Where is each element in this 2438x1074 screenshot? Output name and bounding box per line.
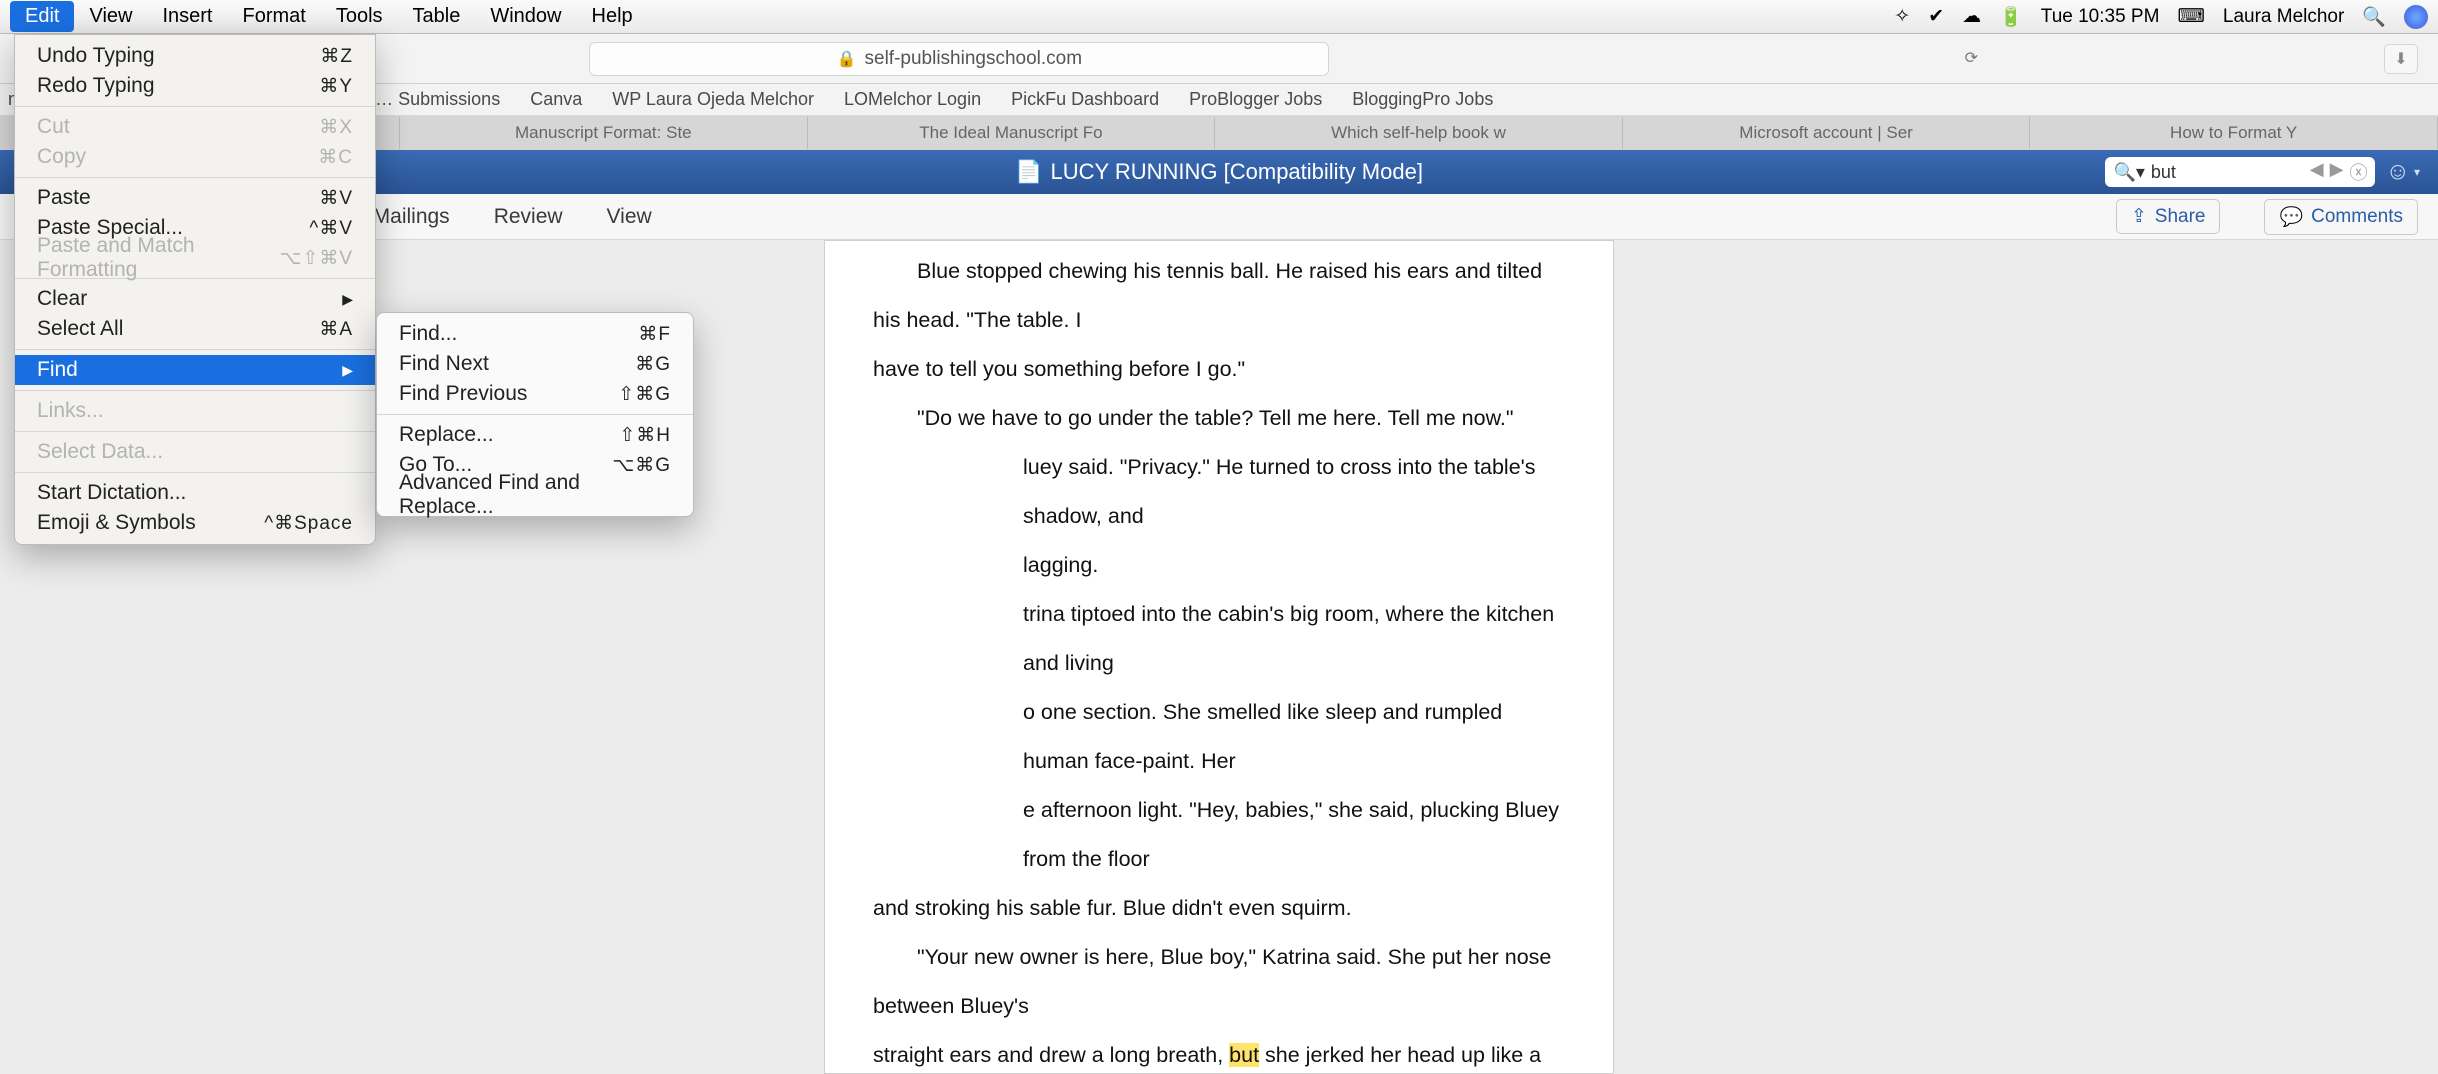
- fav-item[interactable]: WP Laura Ojeda Melchor: [612, 89, 814, 110]
- siri-icon[interactable]: [2404, 5, 2428, 29]
- menu-item[interactable]: Find...⌘F: [377, 319, 693, 349]
- body-text: "Do we have to go under the table? Tell …: [873, 394, 1565, 443]
- safari-tab[interactable]: Which self-help book w: [1215, 117, 1623, 149]
- spotlight-icon[interactable]: 🔍: [2362, 5, 2386, 29]
- menu-help[interactable]: Help: [577, 1, 648, 32]
- word-search-field[interactable]: 🔍▾ but ◀ ▶ ⓧ: [2105, 157, 2375, 187]
- status-cloud-icon[interactable]: ☁︎: [1962, 5, 1981, 28]
- status-icon[interactable]: ✧: [1894, 5, 1910, 28]
- menu-edit[interactable]: Edit: [10, 1, 74, 32]
- body-text: lagging.: [873, 541, 1565, 590]
- fav-item[interactable]: ProBlogger Jobs: [1189, 89, 1322, 110]
- downloads-button[interactable]: ⬇︎: [2384, 44, 2418, 74]
- mac-menubar: Edit View Insert Format Tools Table Wind…: [0, 0, 2438, 34]
- emoji-button[interactable]: ☺ ▾: [2385, 158, 2420, 186]
- menu-item[interactable]: Replace...⇧⌘H: [377, 420, 693, 450]
- document-page[interactable]: Blue stopped chewing his tennis ball. He…: [824, 240, 1614, 1074]
- comments-button[interactable]: 💬Comments: [2264, 199, 2418, 235]
- menu-item[interactable]: Redo Typing⌘Y: [15, 71, 375, 101]
- menu-item[interactable]: Find Next⌘G: [377, 349, 693, 379]
- battery-icon[interactable]: 🔋: [1999, 5, 2023, 29]
- safari-tab[interactable]: How to Format Y: [2030, 117, 2438, 149]
- body-text: have to tell you something before I go.": [873, 345, 1565, 394]
- fav-item[interactable]: LOMelchor Login: [844, 89, 981, 110]
- search-clear-icon[interactable]: ⓧ: [2349, 159, 2367, 185]
- menu-item[interactable]: Find▶: [15, 355, 375, 385]
- doc-title: LUCY RUNNING [Compatibility Mode]: [1050, 159, 1422, 185]
- menu-item[interactable]: Start Dictation...: [15, 478, 375, 508]
- menu-item[interactable]: Select All⌘A: [15, 314, 375, 344]
- menu-item[interactable]: Advanced Find and Replace...: [377, 480, 693, 510]
- menu-item[interactable]: Clear▶: [15, 284, 375, 314]
- body-text: Blue stopped chewing his tennis ball. He…: [873, 247, 1565, 345]
- menu-format[interactable]: Format: [228, 1, 321, 32]
- menu-item: Links...: [15, 396, 375, 426]
- body-text: trina tiptoed into the cabin's big room,…: [873, 590, 1565, 688]
- fav-item[interactable]: BloggingPro Jobs: [1352, 89, 1493, 110]
- ribbon-tab-review[interactable]: Review: [494, 205, 563, 229]
- url-field[interactable]: 🔒 self-publishingschool.com: [589, 42, 1329, 76]
- fav-item[interactable]: PickFu Dashboard: [1011, 89, 1159, 110]
- ribbon-tab-mailings[interactable]: Mailings: [373, 205, 450, 229]
- comment-icon: 💬: [2279, 205, 2303, 229]
- doc-icon: 📄: [1015, 159, 1042, 185]
- menu-item: Cut⌘X: [15, 112, 375, 142]
- keyboard-icon[interactable]: ⌨︎: [2177, 5, 2204, 28]
- menu-item[interactable]: Undo Typing⌘Z: [15, 41, 375, 71]
- menu-item: Copy⌘C: [15, 142, 375, 172]
- menu-item[interactable]: Paste⌘V: [15, 183, 375, 213]
- body-text: o one section. She smelled like sleep an…: [873, 688, 1565, 786]
- find-submenu: Find...⌘FFind Next⌘GFind Previous⇧⌘G Repl…: [376, 312, 694, 517]
- search-value: but: [2151, 162, 2176, 183]
- menu-table[interactable]: Table: [398, 1, 476, 32]
- safari-tab[interactable]: Microsoft account | Ser: [1623, 117, 2031, 149]
- search-icon: 🔍▾: [2113, 162, 2144, 183]
- safari-tab[interactable]: Manuscript Format: Ste: [400, 117, 808, 149]
- search-prev-icon[interactable]: ◀: [2310, 159, 2324, 185]
- clock[interactable]: Tue 10:35 PM: [2041, 6, 2160, 28]
- share-icon: ⇪: [2131, 205, 2147, 228]
- share-button[interactable]: ⇪Share: [2116, 199, 2221, 234]
- menu-view[interactable]: View: [74, 1, 147, 32]
- body-text: and stroking his sable fur. Blue didn't …: [873, 884, 1565, 933]
- body-text: e afternoon light. "Hey, babies," she sa…: [873, 786, 1565, 884]
- search-highlight: but: [1229, 1043, 1259, 1067]
- url-text: self-publishingschool.com: [865, 48, 1083, 70]
- body-text: "Your new owner is here, Blue boy," Katr…: [873, 933, 1565, 1031]
- menu-item[interactable]: Emoji & Symbols^⌘Space: [15, 508, 375, 538]
- menu-item[interactable]: Find Previous⇧⌘G: [377, 379, 693, 409]
- menu-item: Select Data...: [15, 437, 375, 467]
- status-check-icon[interactable]: ✔︎: [1928, 5, 1944, 28]
- body-text: straight ears and drew a long breath, bu…: [873, 1031, 1565, 1074]
- ribbon-tab-view[interactable]: View: [607, 205, 652, 229]
- menu-item: Paste and Match Formatting⌥⇧⌘V: [15, 243, 375, 273]
- menu-window[interactable]: Window: [475, 1, 576, 32]
- edit-dropdown: Undo Typing⌘ZRedo Typing⌘Y Cut⌘XCopy⌘C Pas…: [14, 34, 376, 545]
- lock-icon: 🔒: [837, 49, 857, 69]
- safari-tab[interactable]: The Ideal Manuscript Fo: [808, 117, 1216, 149]
- reload-icon[interactable]: ⟳: [1965, 48, 1978, 68]
- menu-insert[interactable]: Insert: [147, 1, 227, 32]
- search-next-icon[interactable]: ▶: [2330, 159, 2344, 185]
- body-text: luey said. "Privacy." He turned to cross…: [873, 443, 1565, 541]
- user-name[interactable]: Laura Melchor: [2223, 6, 2344, 28]
- fav-item[interactable]: Canva: [530, 89, 582, 110]
- menu-tools[interactable]: Tools: [321, 1, 398, 32]
